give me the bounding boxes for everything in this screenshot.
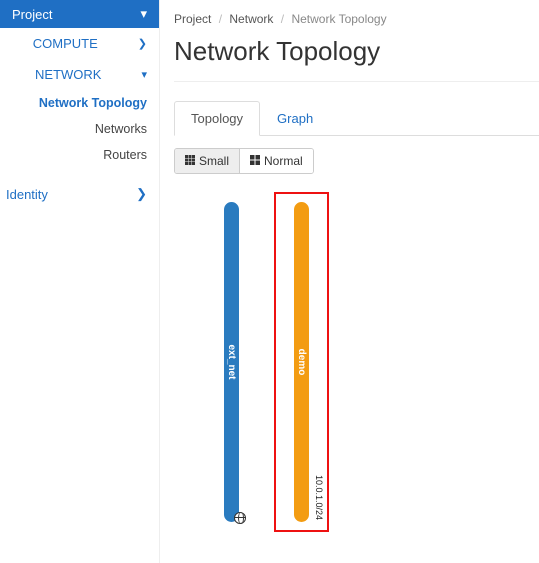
sidebar-compute-label: COMPUTE — [33, 36, 98, 51]
topology-canvas: ext_net demo 10.0.1.0/24 — [174, 192, 539, 532]
network-bar-demo[interactable]: demo — [294, 202, 309, 522]
sidebar-project-label: Project — [12, 7, 52, 22]
sidebar-item-routers[interactable]: Routers — [0, 142, 159, 168]
sidebar-item-topology[interactable]: Network Topology — [0, 90, 159, 116]
sidebar-network-label: NETWORK — [35, 67, 101, 82]
size-small-label: Small — [199, 154, 229, 168]
grid-small-icon — [185, 155, 195, 167]
chevron-down-icon: ▾ — [140, 6, 147, 22]
tabs: Topology Graph — [174, 100, 539, 136]
breadcrumb: Project / Network / Network Topology — [174, 8, 539, 36]
network-label-ext: ext_net — [226, 344, 237, 379]
sidebar-identity[interactable]: Identity ❯ — [0, 178, 159, 210]
sidebar-project[interactable]: Project ▾ — [0, 0, 159, 28]
size-normal-label: Normal — [264, 154, 303, 168]
chevron-down-icon: ▾ — [141, 68, 147, 81]
sidebar-network[interactable]: NETWORK ▾ — [0, 59, 159, 90]
size-normal-button[interactable]: Normal — [239, 149, 313, 173]
network-cidr-demo: 10.0.1.0/24 — [314, 475, 324, 520]
breadcrumb-sep: / — [281, 12, 284, 26]
external-network-icon — [234, 512, 246, 524]
sidebar-compute[interactable]: COMPUTE ❯ — [0, 28, 159, 59]
size-toggle-group: Small Normal — [174, 148, 314, 174]
sidebar: Project ▾ COMPUTE ❯ NETWORK ▾ Network To… — [0, 0, 160, 563]
breadcrumb-current: Network Topology — [291, 12, 386, 26]
breadcrumb-sep: / — [219, 12, 222, 26]
main-content: Project / Network / Network Topology Net… — [160, 0, 539, 563]
size-small-button[interactable]: Small — [175, 149, 239, 173]
sidebar-item-networks[interactable]: Networks — [0, 116, 159, 142]
tab-topology[interactable]: Topology — [174, 101, 260, 136]
network-bar-ext[interactable]: ext_net — [224, 202, 239, 522]
tab-graph[interactable]: Graph — [260, 101, 330, 136]
breadcrumb-project[interactable]: Project — [174, 12, 211, 26]
chevron-right-icon: ❯ — [136, 186, 147, 202]
chevron-right-icon: ❯ — [138, 37, 147, 50]
breadcrumb-network[interactable]: Network — [229, 12, 273, 26]
network-label-demo: demo — [296, 349, 307, 376]
sidebar-identity-label: Identity — [6, 187, 48, 202]
page-title: Network Topology — [174, 36, 539, 82]
grid-normal-icon — [250, 155, 260, 167]
